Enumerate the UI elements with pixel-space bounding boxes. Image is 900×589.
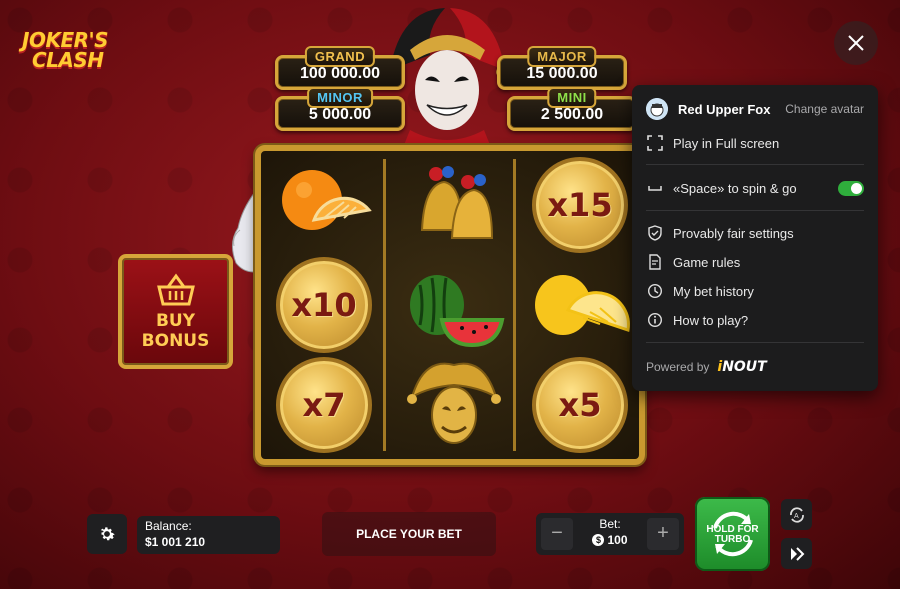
multiplier-coin-x15: x15 bbox=[525, 155, 635, 255]
menu-item-space-spin: «Space» to spin & go bbox=[646, 176, 864, 200]
symbol-bells bbox=[399, 155, 509, 255]
orange-icon bbox=[282, 170, 372, 230]
slot-reels: x15 x10 x7 x5 bbox=[255, 145, 645, 465]
game-logo: JOKER'S CLASH bbox=[22, 30, 122, 72]
spin-turbo-button[interactable]: HOLD FOR TURBO bbox=[695, 497, 770, 571]
buy-bonus-line-2: BONUS bbox=[141, 330, 210, 351]
autoplay-button[interactable]: A bbox=[781, 499, 812, 530]
jackpot-minor: MINOR 5 000.00 bbox=[275, 87, 405, 131]
multiplier-coin-x7: x7 bbox=[269, 355, 379, 455]
multiplier-x7-label: x7 bbox=[302, 386, 346, 424]
logo-line-2: CLASH bbox=[32, 48, 104, 72]
change-avatar-link[interactable]: Change avatar bbox=[785, 102, 864, 116]
logo-line-1: JOKER'S bbox=[22, 28, 109, 52]
space-spin-toggle[interactable] bbox=[838, 180, 864, 196]
jackpot-mini-title: MINI bbox=[547, 87, 597, 108]
balance-label: Balance: bbox=[145, 519, 192, 533]
menu-item-bet-history[interactable]: My bet history bbox=[646, 279, 864, 303]
multiplier-x10-label: x10 bbox=[291, 286, 357, 324]
jackpot-mini: MINI 2 500.00 bbox=[507, 87, 637, 131]
menu-item-fullscreen-label: Play in Full screen bbox=[673, 135, 780, 151]
dollar-icon: $ bbox=[592, 534, 605, 546]
bet-decrease-button[interactable]: − bbox=[541, 518, 573, 550]
rules-document-icon bbox=[646, 253, 664, 271]
svg-text:A: A bbox=[794, 513, 799, 520]
symbol-lemon bbox=[525, 255, 635, 355]
bet-increase-button[interactable]: + bbox=[647, 518, 679, 550]
balance-value: $1 001 210 bbox=[145, 535, 206, 549]
info-circle-icon bbox=[646, 311, 664, 329]
lemon-icon bbox=[534, 275, 630, 335]
symbol-golden-jester bbox=[399, 355, 509, 455]
balance-display: Balance: $1 001 210 bbox=[137, 516, 280, 554]
fast-forward-icon bbox=[790, 546, 804, 561]
symbol-watermelon bbox=[399, 255, 509, 355]
menu-item-how-to-play[interactable]: How to play? bbox=[646, 308, 864, 332]
menu-item-fullscreen[interactable]: Play in Full screen bbox=[646, 131, 864, 155]
history-clock-icon bbox=[646, 282, 664, 300]
menu-item-space-spin-label: «Space» to spin & go bbox=[673, 180, 797, 196]
menu-divider bbox=[646, 164, 864, 165]
menu-item-game-rules-label: Game rules bbox=[673, 254, 741, 270]
settings-button[interactable] bbox=[87, 514, 127, 554]
avatar[interactable] bbox=[646, 98, 668, 120]
jackpot-major: MAJOR 15 000.00 bbox=[497, 46, 627, 90]
gear-icon bbox=[100, 527, 115, 541]
jackpot-major-title: MAJOR bbox=[527, 46, 597, 67]
menu-divider bbox=[646, 342, 864, 343]
inout-logo: iNOUT bbox=[717, 359, 766, 375]
user-row: Red Upper Fox Change avatar bbox=[646, 97, 864, 121]
bet-value: 100 bbox=[607, 532, 628, 547]
jackpot-minor-title: MINOR bbox=[307, 87, 373, 108]
symbol-orange bbox=[269, 155, 379, 255]
buy-bonus-line-1: BUY bbox=[155, 310, 196, 331]
turbo-line-2: TURBO bbox=[714, 534, 751, 545]
multiplier-coin-x10: x10 bbox=[269, 255, 379, 355]
username: Red Upper Fox bbox=[678, 101, 771, 117]
close-menu-button[interactable] bbox=[834, 21, 878, 65]
bet-control: − Bet: $ 100 + bbox=[536, 513, 684, 555]
menu-item-provably-fair[interactable]: Provably fair settings bbox=[646, 221, 864, 245]
bells-icon bbox=[420, 166, 494, 239]
multiplier-x15-label: x15 bbox=[547, 186, 613, 224]
powered-by-row: Powered by iNOUT bbox=[646, 355, 864, 379]
shield-check-icon bbox=[646, 224, 664, 242]
game-menu-panel: Red Upper Fox Change avatar Play in Full… bbox=[632, 85, 878, 391]
jackpot-grand: GRAND 100 000.00 bbox=[275, 46, 405, 90]
bet-display: Bet: $ 100 bbox=[576, 517, 644, 548]
menu-divider bbox=[646, 210, 864, 211]
menu-item-how-to-play-label: How to play? bbox=[673, 312, 749, 328]
fox-avatar-icon bbox=[646, 98, 668, 120]
autoplay-icon: A bbox=[789, 506, 804, 523]
golden-jester-icon bbox=[407, 362, 501, 444]
watermelon-icon bbox=[409, 275, 504, 348]
menu-item-provably-fair-label: Provably fair settings bbox=[673, 225, 794, 241]
close-icon bbox=[848, 35, 864, 51]
bet-label: Bet: bbox=[599, 517, 621, 531]
fast-play-button[interactable] bbox=[781, 538, 812, 569]
spacebar-icon bbox=[646, 179, 664, 197]
multiplier-coin-x5: x5 bbox=[525, 355, 635, 455]
place-your-bet-text: PLACE YOUR BET bbox=[322, 512, 496, 556]
powered-by-label: Powered by bbox=[646, 360, 710, 374]
buy-bonus-button[interactable]: BUY BONUS bbox=[118, 254, 233, 369]
inout-logo-rest: NOUT bbox=[722, 359, 767, 375]
menu-item-bet-history-label: My bet history bbox=[673, 283, 754, 299]
reel-divider bbox=[513, 159, 516, 451]
reel-divider bbox=[383, 159, 386, 451]
multiplier-x5-label: x5 bbox=[558, 386, 602, 424]
fullscreen-icon bbox=[646, 134, 664, 152]
basket-icon bbox=[156, 272, 195, 305]
menu-item-game-rules[interactable]: Game rules bbox=[646, 250, 864, 274]
jackpot-grand-title: GRAND bbox=[304, 46, 376, 67]
